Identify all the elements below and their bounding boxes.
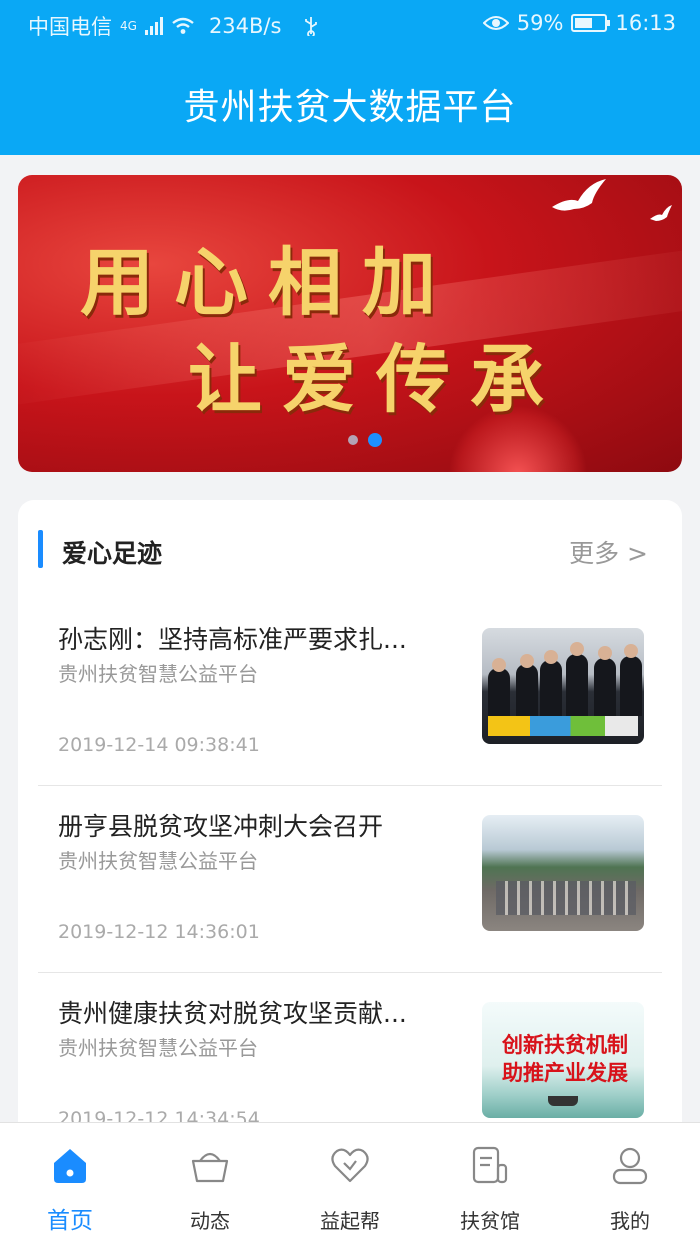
dove-icon	[650, 205, 672, 221]
nav-item-charity[interactable]: 益起帮	[280, 1123, 420, 1244]
carrier-label: 中国电信	[28, 15, 112, 39]
news-thumbnail	[482, 815, 644, 931]
news-source: 贵州扶贫智慧公益平台	[58, 1036, 258, 1060]
news-title: 贵州健康扶贫对脱贫攻坚贡献...	[58, 999, 407, 1028]
news-thumbnail	[482, 628, 644, 744]
news-title: 孙志刚：坚持高标准严要求扎...	[58, 625, 407, 654]
nav-item-me[interactable]: 我的	[560, 1123, 700, 1244]
wifi-icon	[172, 17, 194, 34]
dove-icon	[552, 179, 606, 211]
heart-icon	[331, 1148, 369, 1183]
news-item[interactable]: 贵州健康扶贫对脱贫攻坚贡献... 贵州扶贫智慧公益平台 2019-12-12 1…	[38, 974, 662, 1140]
nav-label: 首页	[47, 1208, 93, 1234]
nav-label: 扶贫馆	[460, 1209, 520, 1233]
network-speed: 234B/s	[208, 14, 282, 38]
user-icon	[612, 1147, 648, 1185]
thumbnail-caption: 助推产业发展	[502, 1061, 628, 1085]
nav-item-home[interactable]: 首页	[0, 1123, 140, 1244]
nav-item-hall[interactable]: 扶贫馆	[420, 1123, 560, 1244]
battery-percent: 59%	[516, 11, 564, 35]
banner-carousel[interactable]: 用心相加 让爱传承	[18, 175, 682, 472]
carousel-dot[interactable]	[348, 435, 358, 445]
nav-label: 动态	[190, 1209, 230, 1233]
page-title: 贵州扶贫大数据平台	[183, 87, 517, 128]
document-icon	[472, 1146, 508, 1184]
status-bar: 中国电信 4G 234B/s 59% 16:13	[0, 0, 700, 50]
signal-icon	[144, 17, 163, 35]
news-item[interactable]: 孙志刚：坚持高标准严要求扎... 贵州扶贫智慧公益平台 2019-12-14 0…	[38, 600, 662, 786]
news-source: 贵州扶贫智慧公益平台	[58, 849, 258, 873]
network-type: 4G	[120, 19, 137, 33]
usb-icon	[305, 17, 318, 36]
news-card: 爱心足迹 更多 > 孙志刚：坚持高标准严要求扎... 贵州扶贫智慧公益平台 20…	[18, 500, 682, 1140]
status-time: 16:13	[615, 11, 676, 35]
nav-item-news[interactable]: 动态	[140, 1123, 280, 1244]
more-link[interactable]: 更多 >	[569, 534, 648, 570]
nav-label: 我的	[610, 1209, 650, 1233]
banner-slogan-line2: 让爱传承	[188, 337, 564, 423]
section-accent-bar	[38, 530, 43, 568]
news-source: 贵州扶贫智慧公益平台	[58, 662, 258, 686]
banner-slogan-line1: 用心相加	[80, 240, 456, 326]
section-header: 爱心足迹 更多 >	[18, 530, 682, 570]
carousel-dot-active[interactable]	[368, 433, 382, 447]
carousel-indicator	[348, 433, 382, 447]
nav-label: 益起帮	[320, 1209, 380, 1233]
news-thumbnail: 创新扶贫机制 助推产业发展	[482, 1002, 644, 1118]
eye-icon	[482, 16, 509, 30]
news-date: 2019-12-14 09:38:41	[58, 734, 260, 756]
bottom-navigation: 首页 动态 益起帮 扶贫馆 我的	[0, 1122, 700, 1244]
app-header: 中国电信 4G 234B/s 59% 16:13 贵州扶贫大数据平台	[0, 0, 700, 155]
battery-icon	[571, 14, 611, 32]
home-icon	[54, 1149, 86, 1183]
news-item[interactable]: 册亨县脱贫攻坚冲刺大会召开 贵州扶贫智慧公益平台 2019-12-12 14:3…	[38, 787, 662, 973]
news-title: 册亨县脱贫攻坚冲刺大会召开	[58, 812, 384, 841]
news-date: 2019-12-12 14:36:01	[58, 921, 260, 943]
thumbnail-caption: 创新扶贫机制	[502, 1033, 628, 1057]
section-title: 爱心足迹	[62, 539, 163, 568]
basket-icon	[191, 1152, 229, 1183]
